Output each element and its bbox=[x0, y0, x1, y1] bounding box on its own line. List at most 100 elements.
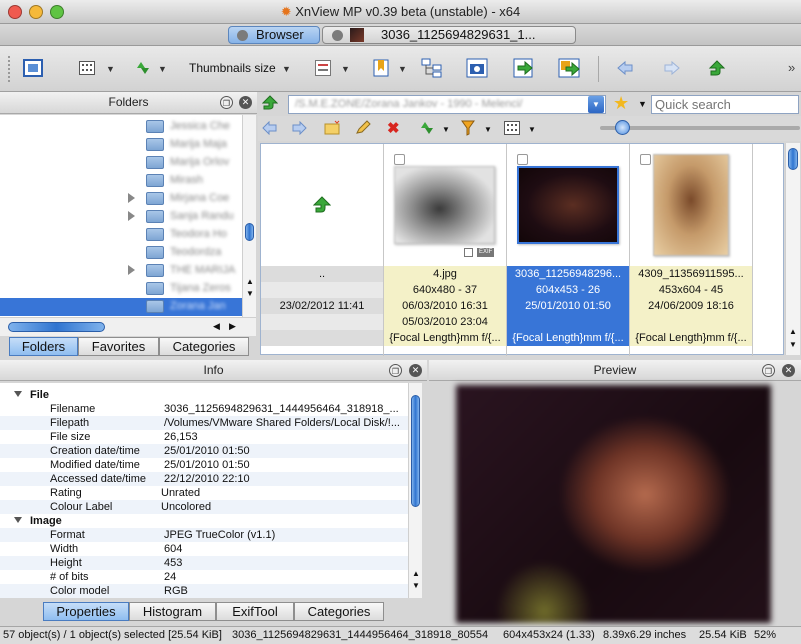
close-tab-icon[interactable] bbox=[237, 30, 248, 41]
section-header-file[interactable]: File bbox=[0, 388, 408, 402]
tab-categories[interactable]: Categories bbox=[294, 602, 384, 621]
select-checkbox[interactable] bbox=[394, 154, 405, 165]
folder-item[interactable]: THE MARIJA bbox=[0, 262, 242, 280]
expand-arrow-icon[interactable] bbox=[128, 193, 135, 203]
filter-funnel-icon[interactable] bbox=[461, 120, 475, 139]
sort-icon[interactable] bbox=[418, 120, 436, 139]
expand-arrow-icon[interactable] bbox=[128, 211, 135, 221]
favorite-dropdown-arrow[interactable]: ▼ bbox=[638, 99, 647, 109]
filter-dropdown-arrow[interactable]: ▼ bbox=[484, 125, 492, 134]
bookmark-dropdown-arrow[interactable]: ▼ bbox=[398, 64, 407, 74]
forward-button[interactable] bbox=[661, 58, 683, 78]
folder-item[interactable]: Marija Orlov bbox=[0, 154, 242, 172]
sort-dropdown-arrow[interactable]: ▼ bbox=[158, 64, 167, 74]
close-panel-icon[interactable]: ✕ bbox=[239, 96, 252, 109]
tab-browser[interactable]: Browser bbox=[228, 26, 320, 44]
bookmark-button[interactable] bbox=[370, 58, 392, 78]
browser-vscrollbar[interactable]: ▲ ▼ bbox=[785, 143, 800, 355]
select-checkbox[interactable] bbox=[517, 154, 528, 165]
view-mode-button[interactable] bbox=[76, 58, 98, 78]
view-mode-dropdown-arrow[interactable]: ▼ bbox=[106, 64, 115, 74]
delete-x-icon[interactable]: ✖ bbox=[387, 119, 400, 137]
thumbnail-tile-selected[interactable]: 3036_11256948296... 604x453 - 26 25/01/2… bbox=[507, 144, 630, 356]
tab-image[interactable]: 3036_1125694829631_1... bbox=[322, 26, 576, 44]
parent-folder-button[interactable] bbox=[706, 58, 728, 78]
expand-arrow-icon[interactable] bbox=[128, 265, 135, 275]
fullscreen-button[interactable] bbox=[22, 58, 44, 78]
tab-histogram[interactable]: Histogram bbox=[129, 602, 216, 621]
path-dropdown-button[interactable]: ▼ bbox=[588, 96, 604, 113]
new-folder-icon[interactable] bbox=[324, 120, 340, 138]
scroll-thumb[interactable] bbox=[411, 395, 420, 507]
forward-arrow-icon[interactable] bbox=[292, 120, 307, 138]
folder-item[interactable]: Teodora Ho bbox=[0, 226, 242, 244]
view-grid-icon[interactable] bbox=[504, 121, 520, 138]
float-panel-icon[interactable]: ❐ bbox=[762, 364, 775, 377]
close-panel-icon[interactable]: ✕ bbox=[782, 364, 795, 377]
scroll-up-arrow-icon[interactable]: ▲ bbox=[412, 569, 420, 578]
sort-dropdown-arrow[interactable]: ▼ bbox=[442, 125, 450, 134]
sort-button[interactable] bbox=[132, 58, 154, 78]
file-exif-cell: {Focal Length}mm f/{... bbox=[630, 330, 752, 346]
info-vscrollbar[interactable]: ▲ ▼ bbox=[408, 383, 422, 598]
edit-pencil-icon[interactable] bbox=[355, 120, 371, 138]
scroll-down-arrow-icon[interactable]: ▼ bbox=[789, 340, 797, 349]
scroll-left-arrow-icon[interactable]: ◀ bbox=[213, 321, 220, 332]
preview-image[interactable] bbox=[456, 385, 771, 623]
thumbnails-size-button[interactable]: Thumbnails size bbox=[189, 61, 276, 75]
close-panel-icon[interactable]: ✕ bbox=[409, 364, 422, 377]
quick-search-input[interactable] bbox=[651, 95, 799, 114]
section-header-image[interactable]: Image bbox=[0, 514, 408, 528]
scroll-down-arrow-icon[interactable]: ▼ bbox=[412, 581, 420, 590]
folder-tree-vscrollbar[interactable]: ▲ ▼ bbox=[242, 115, 256, 317]
folder-tree-hscrollbar[interactable]: ◀ ▶ bbox=[0, 317, 256, 336]
scroll-thumb[interactable] bbox=[788, 148, 798, 170]
thumbnail-tile[interactable]: 4309_11356911595... 453x604 - 45 24/06/2… bbox=[630, 144, 753, 356]
tab-properties[interactable]: Properties bbox=[43, 602, 129, 621]
filter-dropdown-arrow[interactable]: ▼ bbox=[341, 64, 350, 74]
tab-categories[interactable]: Categories bbox=[159, 337, 249, 356]
tree-view-button[interactable] bbox=[421, 58, 443, 78]
folder-item[interactable]: Mirash bbox=[0, 172, 242, 190]
float-panel-icon[interactable]: ❐ bbox=[389, 364, 402, 377]
scroll-thumb[interactable] bbox=[8, 322, 105, 332]
tab-favorites[interactable]: Favorites bbox=[78, 337, 159, 356]
slider-knob[interactable] bbox=[615, 120, 630, 135]
folder-item[interactable]: Teodordza bbox=[0, 244, 242, 262]
folder-item[interactable]: Mirjana Coe bbox=[0, 190, 242, 208]
toolbar-overflow-icon[interactable]: » bbox=[788, 60, 795, 75]
tab-folders[interactable]: Folders bbox=[9, 337, 78, 356]
float-panel-icon[interactable]: ❐ bbox=[220, 96, 233, 109]
parent-folder-tile[interactable]: .. 23/02/2012 11:41 bbox=[261, 144, 384, 356]
parent-folder-icon[interactable] bbox=[261, 95, 279, 114]
select-checkbox[interactable] bbox=[640, 154, 651, 165]
scroll-up-arrow-icon[interactable]: ▲ bbox=[246, 277, 254, 286]
capture-button[interactable] bbox=[466, 58, 488, 78]
filter-button[interactable] bbox=[312, 58, 334, 78]
folder-item[interactable]: Tijana Zeros bbox=[0, 280, 242, 298]
export-button[interactable] bbox=[558, 58, 580, 78]
parent-empty-cell bbox=[261, 314, 383, 330]
back-arrow-icon[interactable] bbox=[262, 120, 277, 138]
scroll-thumb[interactable] bbox=[245, 223, 254, 241]
back-button[interactable] bbox=[614, 58, 636, 78]
folder-item[interactable]: Marija Maja bbox=[0, 136, 242, 154]
scroll-up-arrow-icon[interactable]: ▲ bbox=[789, 327, 797, 336]
thumbnails-size-dropdown-arrow[interactable]: ▼ bbox=[282, 64, 291, 74]
collapse-arrow-icon[interactable] bbox=[14, 517, 22, 523]
collapse-arrow-icon[interactable] bbox=[14, 391, 22, 397]
folder-item-selected[interactable]: Zorana Jan bbox=[0, 298, 242, 316]
scroll-down-arrow-icon[interactable]: ▼ bbox=[246, 289, 254, 298]
view-dropdown-arrow[interactable]: ▼ bbox=[528, 125, 536, 134]
scroll-right-arrow-icon[interactable]: ▶ bbox=[229, 321, 236, 332]
thumbnail-size-slider[interactable] bbox=[600, 120, 800, 135]
thumbnail-tile-partial[interactable] bbox=[753, 144, 783, 356]
path-input[interactable]: /S.M.E.ZONE/Zorana Jankov - 1990 - Melen… bbox=[288, 95, 606, 114]
folder-item[interactable]: Jessica Che bbox=[0, 118, 242, 136]
favorite-star-icon[interactable]: ★ bbox=[613, 93, 629, 114]
thumbnail-tile[interactable]: EXIF 4.jpg 640x480 - 37 06/03/2010 16:31… bbox=[384, 144, 507, 356]
tab-exiftool[interactable]: ExifTool bbox=[216, 602, 294, 621]
folder-item[interactable]: Sanja Randu bbox=[0, 208, 242, 226]
convert-button[interactable] bbox=[513, 58, 535, 78]
close-tab-icon[interactable] bbox=[332, 30, 343, 41]
